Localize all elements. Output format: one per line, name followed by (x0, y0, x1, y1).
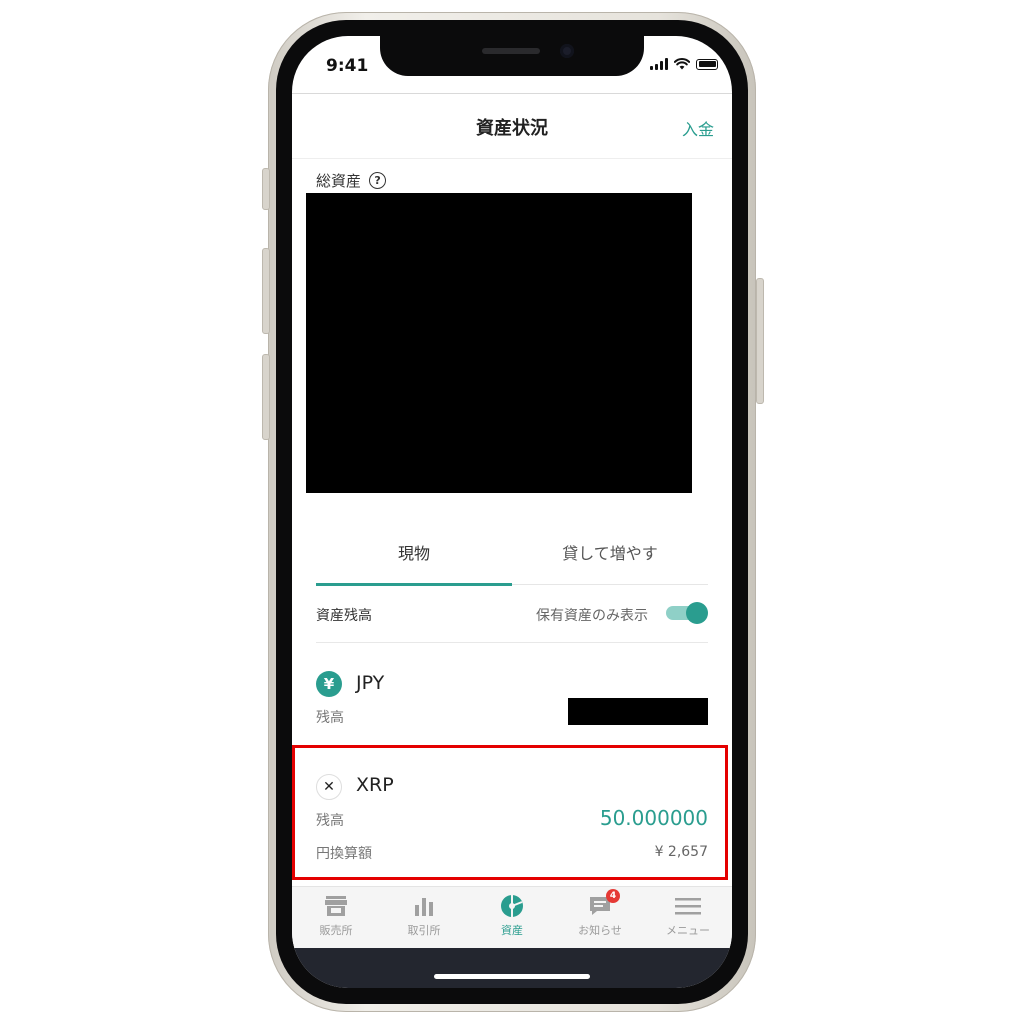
total-assets-label: 総資産 ? (316, 170, 387, 191)
held-only-filter-label: 保有資産のみ表示 (536, 608, 648, 624)
home-indicator[interactable] (434, 974, 590, 979)
silent-switch (262, 168, 270, 210)
yen-icon: ¥ (316, 671, 342, 697)
nav-item-assets[interactable]: 資産 (468, 893, 556, 938)
nav-label-store: 販売所 (319, 924, 353, 937)
section-divider (316, 642, 708, 643)
bottom-nav: 販売所 取引所 資産 4 お知らせ メニュー (292, 886, 732, 949)
total-assets-text: 総資産 (316, 172, 362, 190)
app-header: 資産状況 入金 (292, 94, 732, 159)
volume-up-button (262, 248, 270, 334)
status-time: 9:41 (326, 56, 369, 76)
volume-down-button (262, 354, 270, 440)
nav-item-menu[interactable]: メニュー (644, 893, 732, 938)
nav-item-exchange[interactable]: 取引所 (380, 893, 468, 938)
help-icon[interactable]: ? (369, 172, 387, 189)
bar-chart-icon (380, 893, 468, 919)
tab-lending[interactable]: 貸して増やす (512, 536, 708, 584)
active-tab-indicator (316, 583, 512, 586)
store-icon (292, 893, 380, 919)
xrp-highlight-box (292, 745, 728, 880)
battery-icon (696, 58, 718, 70)
cellular-signal-icon (650, 58, 668, 70)
nav-label-assets: 資産 (501, 924, 523, 937)
nav-label-exchange: 取引所 (407, 924, 441, 937)
nav-item-news[interactable]: 4 お知らせ (556, 889, 644, 938)
speaker (482, 48, 540, 54)
nav-label-news: お知らせ (578, 924, 622, 937)
redacted-jpy-balance (568, 698, 708, 725)
redacted-total-assets (306, 193, 692, 493)
hamburger-icon (644, 893, 732, 919)
tab-spot[interactable]: 現物 (316, 536, 512, 584)
held-only-toggle[interactable] (666, 602, 708, 624)
power-button (756, 278, 764, 404)
notch (380, 36, 644, 76)
home-indicator-area (292, 948, 732, 988)
page-title: 資産状況 (476, 118, 548, 139)
message-icon: 4 (556, 889, 644, 919)
deposit-button[interactable]: 入金 (682, 116, 714, 140)
nav-label-menu: メニュー (666, 924, 710, 937)
balance-section-title: 資産残高 (316, 608, 372, 624)
status-icons (650, 58, 718, 70)
jpy-balance-label: 残高 (316, 710, 344, 726)
wifi-icon (674, 58, 690, 70)
asset-tabs: 現物 貸して増やす (316, 536, 708, 586)
camera (560, 44, 574, 58)
notification-badge: 4 (606, 889, 620, 903)
nav-item-store[interactable]: 販売所 (292, 893, 380, 938)
toggle-knob (686, 602, 708, 624)
asset-symbol-jpy: JPY (356, 672, 385, 694)
pie-chart-icon (468, 893, 556, 919)
